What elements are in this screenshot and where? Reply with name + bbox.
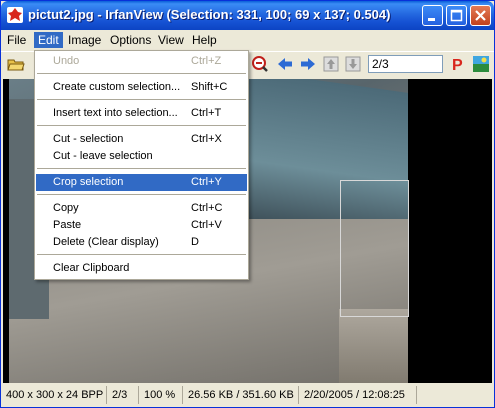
open-folder-icon[interactable]: [7, 55, 25, 73]
close-button[interactable]: [470, 5, 491, 26]
last-page-icon[interactable]: [344, 55, 362, 73]
menu-image[interactable]: Image: [64, 32, 105, 48]
status-dimensions: 400 x 300 x 24 BPP: [3, 386, 107, 404]
status-datetime: 2/20/2005 / 12:08:25: [301, 386, 417, 404]
menu-item-shortcut: Ctrl+T: [191, 107, 222, 119]
menu-item-undo[interactable]: Undo Ctrl+Z: [36, 53, 247, 70]
previous-arrow-icon[interactable]: [276, 55, 294, 73]
menu-item-label: Crop selection: [53, 176, 124, 188]
menu-item-label: Clear Clipboard: [53, 262, 130, 274]
menu-item-shortcut: Ctrl+X: [191, 133, 222, 145]
status-zoom: 100 %: [141, 386, 183, 404]
paint-icon[interactable]: P: [449, 55, 467, 73]
svg-text:P: P: [452, 57, 463, 73]
menu-item-label: Cut - selection: [53, 133, 124, 145]
menu-separator: [37, 73, 246, 74]
window-title: pictut2.jpg - IrfanView (Selection: 331,…: [28, 7, 391, 22]
menu-item-label: Delete (Clear display): [53, 236, 159, 248]
menu-file[interactable]: File: [3, 32, 30, 48]
title-bar[interactable]: pictut2.jpg - IrfanView (Selection: 331,…: [1, 1, 494, 30]
menu-separator: [37, 254, 246, 255]
irfanview-logo-icon[interactable]: [472, 55, 490, 73]
irfanview-app-icon: [7, 7, 23, 23]
next-arrow-icon[interactable]: [299, 55, 317, 73]
status-bar: 400 x 300 x 24 BPP 2/3 100 % 26.56 KB / …: [3, 385, 492, 405]
menu-item-shortcut: Ctrl+Z: [191, 55, 222, 67]
status-filesize: 26.56 KB / 351.60 KB: [185, 386, 299, 404]
irfanview-window: pictut2.jpg - IrfanView (Selection: 331,…: [0, 0, 495, 408]
menu-item-label: Cut - leave selection: [53, 150, 153, 162]
first-page-icon[interactable]: [322, 55, 340, 73]
menu-item-paste[interactable]: Paste Ctrl+V: [36, 217, 247, 234]
photo-sill: [339, 309, 408, 383]
menu-item-shortcut: Ctrl+V: [191, 219, 222, 231]
menu-item-label: Create custom selection...: [53, 81, 181, 93]
status-page: 2/3: [109, 386, 139, 404]
selection-rectangle[interactable]: [340, 180, 409, 317]
menu-item-insert-text[interactable]: Insert text into selection... Ctrl+T: [36, 105, 247, 122]
menu-separator: [37, 168, 246, 169]
menu-separator: [37, 125, 246, 126]
menu-item-label: Paste: [53, 219, 82, 231]
edit-menu-dropdown: Undo Ctrl+Z Create custom selection... S…: [34, 50, 249, 280]
menu-edit[interactable]: Edit: [34, 32, 63, 48]
menu-item-shortcut: D: [191, 236, 199, 248]
page-number-field[interactable]: 2/3: [368, 55, 443, 73]
menu-help[interactable]: Help: [188, 32, 221, 48]
menu-separator: [37, 99, 246, 100]
menu-item-delete[interactable]: Delete (Clear display) D: [36, 234, 247, 251]
menu-item-copy[interactable]: Copy Ctrl+C: [36, 200, 247, 217]
menu-item-crop-selection[interactable]: Crop selection Ctrl+Y: [36, 174, 247, 191]
menu-item-create-custom-selection[interactable]: Create custom selection... Shift+C: [36, 79, 247, 96]
menu-item-cut-leave-selection[interactable]: Cut - leave selection: [36, 148, 247, 165]
menu-item-label: Copy: [53, 202, 79, 214]
menu-item-clear-clipboard[interactable]: Clear Clipboard: [36, 260, 247, 277]
menu-item-label: Insert text into selection...: [53, 107, 178, 119]
menu-bar: File Edit Image Options View Help: [1, 30, 494, 50]
menu-item-shortcut: Shift+C: [191, 81, 228, 93]
menu-options[interactable]: Options: [106, 32, 155, 48]
menu-item-cut-selection[interactable]: Cut - selection Ctrl+X: [36, 131, 247, 148]
maximize-button[interactable]: [446, 5, 467, 26]
minimize-button[interactable]: [422, 5, 443, 26]
menu-separator: [37, 194, 246, 195]
menu-item-label: Undo: [53, 55, 80, 67]
menu-item-shortcut: Ctrl+Y: [191, 176, 222, 188]
menu-item-shortcut: Ctrl+C: [191, 202, 223, 214]
menu-view[interactable]: View: [154, 32, 188, 48]
zoom-out-icon[interactable]: [251, 55, 269, 73]
